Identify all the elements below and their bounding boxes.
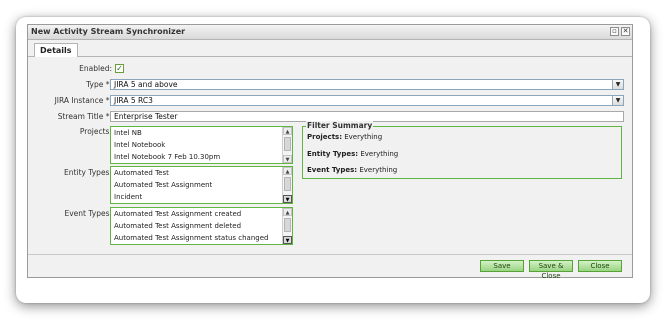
filter-projects-row: Projects: Everything xyxy=(307,133,382,141)
scroll-down-icon[interactable]: ▼ xyxy=(283,195,292,203)
list-item[interactable]: Incident xyxy=(111,191,292,203)
entity-types-label: Entity Types: xyxy=(64,168,112,177)
save-and-close-button[interactable]: Save & Close xyxy=(529,260,573,280)
tab-bar: Details xyxy=(28,40,632,57)
projects-label: Projects: xyxy=(79,127,112,136)
entity-types-scrollbar[interactable]: ▲ ▼ xyxy=(282,167,292,203)
filter-event-types-row: Event Types: Everything xyxy=(307,166,397,174)
list-item[interactable]: Automated Test xyxy=(111,167,292,179)
event-types-listbox[interactable]: Automated Test Assignment created Automa… xyxy=(110,207,293,245)
filter-entity-types-row: Entity Types: Everything xyxy=(307,150,398,158)
synchronizer-dialog: New Activity Stream Synchronizer ▫ ✕ Det… xyxy=(27,24,633,280)
filter-entity-types-value: Everything xyxy=(360,150,399,158)
list-item[interactable]: Intel Notebook 7 Feb 10.30pm xyxy=(111,151,292,163)
enabled-label: Enabled: xyxy=(79,64,112,73)
scroll-down-icon[interactable]: ▼ xyxy=(283,236,292,244)
restore-icon[interactable]: ▫ xyxy=(610,27,619,36)
scroll-down-icon[interactable]: ▼ xyxy=(283,155,292,163)
type-label: Type *: xyxy=(86,80,112,89)
chevron-down-icon[interactable]: ▼ xyxy=(612,96,623,105)
list-item[interactable]: Intel Notebook xyxy=(111,139,292,151)
event-types-scrollbar[interactable]: ▲ ▼ xyxy=(282,208,292,244)
type-value: JIRA 5 and above xyxy=(114,80,178,89)
projects-scrollbar[interactable]: ▲ ▼ xyxy=(282,127,292,163)
filter-projects-label: Projects: xyxy=(307,133,342,141)
enabled-checkbox[interactable]: ✓ xyxy=(115,64,124,73)
filter-summary: Filter Summary Projects: Everything Enti… xyxy=(302,121,622,179)
details-panel: Enabled: ✓ Type *: JIRA 5 and above ▼ JI… xyxy=(32,58,626,253)
title-bar[interactable]: New Activity Stream Synchronizer ▫ ✕ xyxy=(28,25,632,40)
jira-instance-select[interactable]: JIRA 5 RC3 ▼ xyxy=(110,95,624,106)
jira-instance-label: JIRA Instance *: xyxy=(54,96,112,105)
chevron-down-icon[interactable]: ▼ xyxy=(612,80,623,89)
close-button[interactable]: Close xyxy=(578,260,622,272)
filter-summary-legend: Filter Summary xyxy=(306,121,374,130)
list-item[interactable]: Intel NB xyxy=(111,127,292,139)
dialog-footer: Save Save & Close Close xyxy=(28,254,632,280)
filter-event-types-value: Everything xyxy=(359,166,398,174)
entity-types-listbox[interactable]: Automated Test Automated Test Assignment… xyxy=(110,166,293,204)
projects-listbox[interactable]: Intel NB Intel Notebook Intel Notebook 7… xyxy=(110,126,293,164)
list-item[interactable]: Automated Test Assignment created xyxy=(111,208,292,220)
scroll-up-icon[interactable]: ▲ xyxy=(283,127,292,135)
scroll-up-icon[interactable]: ▲ xyxy=(283,167,292,175)
filter-entity-types-label: Entity Types: xyxy=(307,150,359,158)
list-item[interactable]: Automated Test Assignment status changed xyxy=(111,232,292,244)
scroll-thumb[interactable] xyxy=(284,177,291,191)
list-item[interactable]: Automated Test Assignment deleted xyxy=(111,220,292,232)
save-button[interactable]: Save xyxy=(480,260,524,272)
jira-instance-value: JIRA 5 RC3 xyxy=(114,96,153,105)
scroll-thumb[interactable] xyxy=(284,137,291,151)
tab-details[interactable]: Details xyxy=(34,43,78,57)
type-select[interactable]: JIRA 5 and above ▼ xyxy=(110,79,624,90)
scroll-thumb[interactable] xyxy=(284,218,291,232)
dialog-title: New Activity Stream Synchronizer xyxy=(31,27,186,36)
filter-projects-value: Everything xyxy=(344,133,383,141)
close-icon[interactable]: ✕ xyxy=(621,27,630,36)
filter-event-types-label: Event Types: xyxy=(307,166,358,174)
event-types-label: Event Types: xyxy=(64,209,112,218)
scroll-up-icon[interactable]: ▲ xyxy=(283,208,292,216)
stream-title-label: Stream Title *: xyxy=(57,112,112,121)
list-item[interactable]: Automated Test Assignment xyxy=(111,179,292,191)
